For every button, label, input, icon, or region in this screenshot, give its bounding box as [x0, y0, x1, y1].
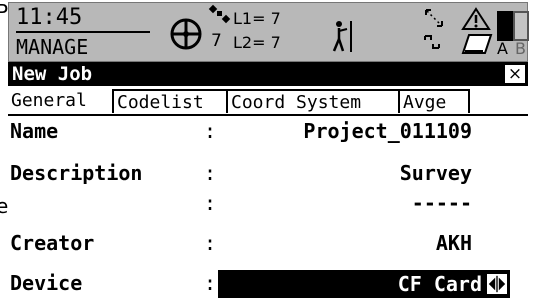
battery-a-icon [497, 11, 513, 41]
battery-a-label: A [497, 39, 508, 58]
description-label: Description [10, 161, 143, 185]
edge-glyph-top: P [0, 0, 9, 24]
tab-avge[interactable]: Avge [398, 89, 470, 113]
clock-divider [16, 31, 150, 33]
tab-coord-system[interactable]: Coord System [226, 89, 398, 113]
mode-indicator: MANAGE [16, 35, 89, 59]
device-select[interactable]: CF Card [218, 270, 510, 298]
name-label: Name [10, 119, 59, 143]
connection-icon [424, 35, 440, 49]
device-value: CF Card [397, 272, 482, 296]
radio-link-icon [425, 9, 443, 27]
surveyor-icon [332, 21, 352, 52]
description-colon: : [204, 161, 217, 185]
name-field[interactable]: Project_011109 [303, 116, 472, 146]
device-label: Device [10, 271, 83, 295]
name-colon: : [204, 119, 217, 143]
battery-b-label: B [515, 39, 526, 58]
tab-general[interactable]: General [8, 89, 112, 113]
clock-panel: 11:45 MANAGE [12, 5, 156, 59]
device-row: Device : CF Card [8, 268, 528, 300]
creator-colon: : [204, 231, 217, 255]
warning-icon [461, 7, 491, 30]
description-row: Description : Survey [8, 158, 528, 190]
satellite-count: 7 [211, 31, 222, 51]
l2-count: L2= 7 [233, 33, 281, 52]
description2-row: : ----- [8, 188, 528, 220]
device-colon: : [204, 271, 217, 295]
tab-codelist[interactable]: Codelist [112, 89, 226, 113]
clock: 11:45 [16, 5, 83, 30]
dialog-title-bar: New Job × [8, 62, 528, 86]
status-bar: 11:45 MANAGE 7 L1= 7 L2= 7 A B [8, 2, 529, 62]
description2-field[interactable]: ----- [412, 188, 472, 218]
name-row: Name : Project_011109 [8, 116, 528, 148]
battery-b-icon [513, 11, 529, 41]
close-button[interactable]: × [504, 64, 526, 84]
dialog-title: New Job [12, 63, 93, 85]
creator-field[interactable]: AKH [436, 228, 472, 258]
tab-bar: General Codelist Coord System Avge [8, 86, 528, 116]
gps-position-icon [170, 18, 202, 50]
creator-row: Creator : AKH [8, 228, 528, 260]
description2-colon: : [204, 191, 217, 215]
description-field[interactable]: Survey [400, 158, 472, 188]
left-right-arrows-icon[interactable] [486, 273, 508, 295]
satellite-icon [208, 4, 231, 24]
memory-card-icon [461, 34, 493, 54]
l1-count: L1= 7 [233, 9, 281, 28]
creator-label: Creator [10, 231, 95, 255]
